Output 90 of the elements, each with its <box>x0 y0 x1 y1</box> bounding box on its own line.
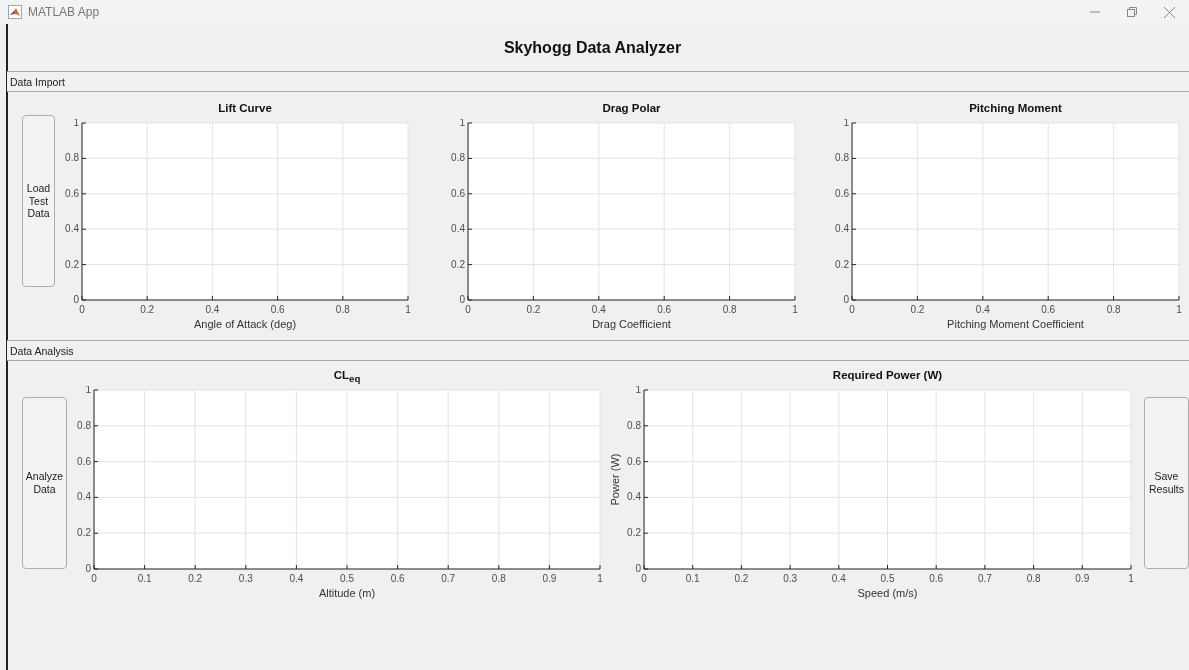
chart-title: Pitching Moment <box>969 102 1062 114</box>
tick-label: 0.1 <box>137 573 152 584</box>
axis-label: Angle of Attack (deg) <box>193 318 297 330</box>
tick-label: 1 <box>405 304 411 315</box>
tick-label: 0 <box>459 294 465 305</box>
tick-label: 0.2 <box>188 573 203 584</box>
tick-label: 0.2 <box>77 527 91 539</box>
tick-label: 0.8 <box>722 304 737 315</box>
tick-label: 0.2 <box>734 573 749 584</box>
tick-label: 1 <box>1128 573 1134 584</box>
chart-title: Drag Polar <box>602 102 661 114</box>
tick-label: 0.4 <box>65 223 79 235</box>
panel-title: Data Import <box>10 75 65 88</box>
tick-label: 0.8 <box>451 152 465 164</box>
tick-label: 0.8 <box>627 419 641 431</box>
window-title: MATLAB App <box>28 5 100 19</box>
tick-label: 0.4 <box>627 491 641 503</box>
app-logo-icon <box>8 5 22 19</box>
tick-label: 1 <box>792 304 798 315</box>
tick-label: 0 <box>843 294 849 305</box>
chart-title: Lift Curve <box>218 102 272 114</box>
tick-label: 0.2 <box>526 304 541 315</box>
axis-label: Pitching Moment Coefficient <box>947 318 1084 330</box>
tick-label: 0.8 <box>77 419 91 431</box>
tick-label: 0.7 <box>977 573 992 584</box>
tick-label: 0.8 <box>335 304 350 315</box>
tick-label: 0.8 <box>835 152 849 164</box>
axis-label: Power (W) <box>610 453 621 506</box>
tick-label: 0.2 <box>65 258 79 270</box>
tick-label: 0.8 <box>1106 304 1121 315</box>
action-button[interactable]: Save Results <box>1144 397 1189 569</box>
tick-label: 0.6 <box>657 304 672 315</box>
tick-label: 0.2 <box>835 258 849 270</box>
tick-label: 0.4 <box>591 304 606 315</box>
axis-label: Drag Coefficient <box>592 318 671 330</box>
action-button[interactable]: Analyze Data <box>22 397 67 569</box>
tick-label: 0 <box>91 573 97 584</box>
tick-label: 0.2 <box>451 258 465 270</box>
app-title: Skyhogg Data Analyzer <box>503 38 682 57</box>
tick-label: 0 <box>79 304 85 315</box>
tick-label: 1 <box>85 386 91 395</box>
tick-label: 0.4 <box>77 491 91 503</box>
tick-label: 0.8 <box>65 152 79 164</box>
tick-label: 0.6 <box>1041 304 1056 315</box>
chart-title: Required Power (W) <box>832 369 943 381</box>
tick-label: 0.4 <box>289 573 304 584</box>
tick-label: 0.4 <box>205 304 220 315</box>
tick-label: 0.2 <box>627 527 641 539</box>
tick-label: 0.3 <box>783 573 798 584</box>
tick-label: 0.6 <box>627 455 641 467</box>
tick-label: 0.3 <box>238 573 253 584</box>
tick-label: 0.5 <box>340 573 354 584</box>
axis-label: Altitude (m) <box>318 587 376 599</box>
tick-label: 0.1 <box>685 573 700 584</box>
tick-label: 0.6 <box>929 573 944 584</box>
tick-label: 0.4 <box>831 573 846 584</box>
action-button[interactable]: Load Test Data <box>22 115 55 287</box>
tick-label: 1 <box>459 119 465 128</box>
panel-title: Data Analysis <box>10 344 74 357</box>
tick-label: 0.2 <box>140 304 155 315</box>
close-icon[interactable] <box>1164 6 1175 18</box>
tick-label: 0.6 <box>270 304 285 315</box>
tick-label: 0.4 <box>451 223 465 235</box>
tick-label: 1 <box>843 119 849 128</box>
tick-label: 1 <box>1176 304 1182 315</box>
tick-label: 0.4 <box>835 223 849 235</box>
tick-label: 1 <box>635 386 641 395</box>
tick-label: 0.2 <box>910 304 925 315</box>
tick-label: 0 <box>641 573 647 584</box>
tick-label: 0.6 <box>65 187 79 199</box>
tick-label: 0.8 <box>491 573 506 584</box>
tick-label: 1 <box>597 573 603 584</box>
restore-icon[interactable] <box>1127 7 1137 17</box>
tick-label: 0 <box>85 563 91 574</box>
tick-label: 0 <box>465 304 471 315</box>
tick-label: 0.6 <box>390 573 405 584</box>
axis-label: Speed (m/s) <box>857 587 918 599</box>
tick-label: 0.9 <box>1075 573 1090 584</box>
tick-label: 0.8 <box>1026 573 1041 584</box>
tick-label: 0.6 <box>451 187 465 199</box>
tick-label: 0.9 <box>542 573 557 584</box>
tick-label: 0 <box>849 304 855 315</box>
tick-label: 0.4 <box>975 304 990 315</box>
tick-label: 0.6 <box>77 455 91 467</box>
tick-label: 0.7 <box>441 573 456 584</box>
tick-label: 1 <box>73 119 79 128</box>
tick-label: 0.6 <box>835 187 849 199</box>
tick-label: 0.5 <box>880 573 895 584</box>
tick-label: 0 <box>73 294 79 305</box>
tick-label: 0 <box>635 563 641 574</box>
